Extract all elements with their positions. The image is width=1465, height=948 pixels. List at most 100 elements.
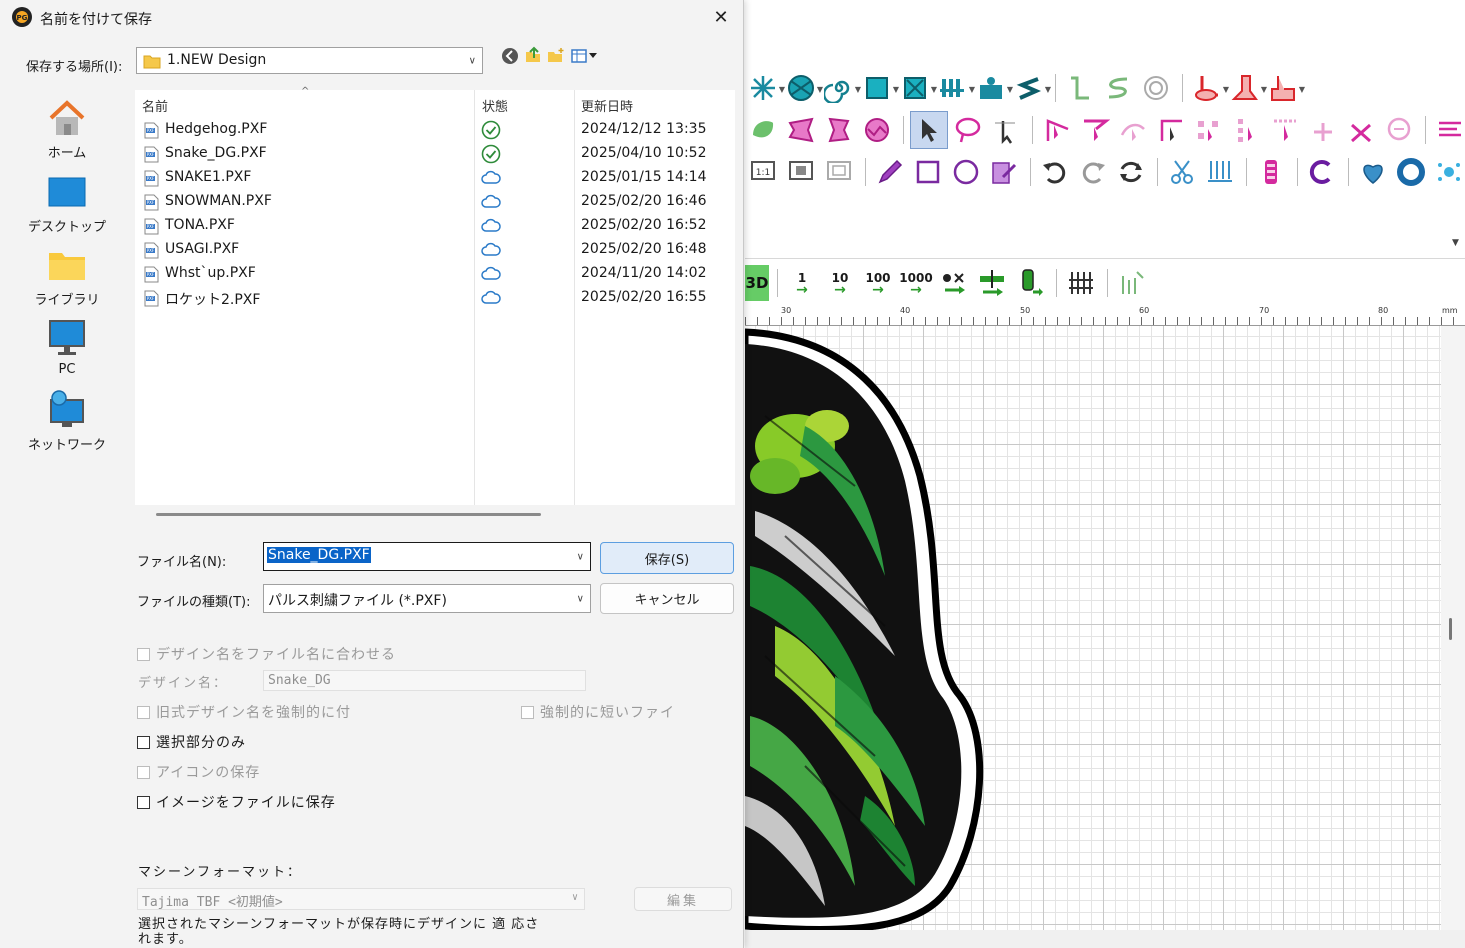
chevron-down-icon[interactable]: ∨ xyxy=(577,551,584,562)
magenta-shape-icon-3[interactable] xyxy=(859,112,895,148)
vertical-scroll-thumb[interactable] xyxy=(1449,618,1452,640)
edit-point-icon-2[interactable] xyxy=(1077,112,1113,148)
machine-format-select[interactable]: Tajima TBF <初期値> ∨ xyxy=(137,888,585,910)
redo-icon[interactable] xyxy=(1075,154,1111,190)
file-row[interactable]: PXF SNOWMAN.PXF 2025/02/20 16:46 xyxy=(135,190,735,214)
motif-fill-icon[interactable]: ▼ xyxy=(973,70,1013,106)
save-icon-checkbox[interactable]: アイコンの保存 xyxy=(137,762,260,782)
match-design-name-checkbox[interactable]: デザイン名をファイル名に合わせる xyxy=(137,644,396,664)
file-row[interactable]: PXF Snake_DG.PXF 2025/04/10 10:52 xyxy=(135,142,735,166)
horizontal-scrollbar[interactable] xyxy=(745,930,1465,948)
new-folder-icon[interactable] xyxy=(547,46,565,64)
save-image-checkbox[interactable]: イメージをファイルに保存 xyxy=(137,792,336,812)
reshape-loop-icon[interactable] xyxy=(1381,112,1417,148)
filetype-select[interactable]: パルス刺繍ファイル (*.PXF) ∨ xyxy=(263,584,591,613)
ring-icon[interactable] xyxy=(1138,70,1174,106)
heart-icon[interactable] xyxy=(1355,154,1391,190)
edit-point-icon-6[interactable] xyxy=(1229,112,1265,148)
point-select-icon[interactable] xyxy=(988,112,1024,148)
vertical-scrollbar[interactable] xyxy=(1441,326,1465,930)
force-short-name-checkbox[interactable]: 強制的に短いファイ xyxy=(521,702,675,722)
stitch-step-100-button[interactable]: 100 → xyxy=(860,265,896,301)
view-menu-icon[interactable] xyxy=(571,47,601,65)
chip-cross-icon[interactable]: ▼ xyxy=(897,70,937,106)
spiral-fill-icon[interactable]: ▼ xyxy=(821,70,861,106)
file-row[interactable]: PXF USAGI.PXF 2025/02/20 16:48 xyxy=(135,238,735,262)
gradient-lines-icon[interactable] xyxy=(1432,112,1465,148)
file-row[interactable]: PXF Whst`up.PXF 2024/11/20 14:02 xyxy=(135,262,735,286)
select-arrow-icon[interactable] xyxy=(910,111,948,149)
close-button[interactable]: ✕ xyxy=(700,2,742,32)
toolbar-overflow-icon[interactable]: ▼ xyxy=(1452,238,1459,248)
stitch-step-1000-button[interactable]: 1000 → xyxy=(898,265,934,301)
place-network[interactable]: ネットワーク xyxy=(5,390,129,453)
star-fill-icon[interactable]: ▼ xyxy=(745,70,785,106)
location-combo[interactable]: 1.NEW Design ∨ xyxy=(136,47,483,74)
zoom-region-icon[interactable] xyxy=(821,154,857,190)
satin-s-icon[interactable]: ▼ xyxy=(1011,70,1051,106)
red-shape-icon-2[interactable]: ▼ xyxy=(1227,70,1267,106)
stitch-sequence-button[interactable] xyxy=(1114,265,1150,301)
view-1to1-icon[interactable]: 1:1 xyxy=(745,154,781,190)
stitch-step-1-button[interactable]: 1 → xyxy=(784,265,820,301)
jump-to-stop-button[interactable] xyxy=(936,265,972,301)
column-header-name[interactable]: 名前 xyxy=(142,96,168,115)
fit-view-icon[interactable] xyxy=(783,154,819,190)
place-pc[interactable]: PC xyxy=(5,318,129,377)
text-edit-icon[interactable] xyxy=(986,154,1022,190)
dialog-titlebar[interactable]: PG 名前を付けて保存 ✕ xyxy=(0,0,743,34)
arc-icon[interactable] xyxy=(1304,154,1340,190)
horizontal-scroll-thumb[interactable] xyxy=(156,513,541,516)
cancel-button[interactable]: キャンセル xyxy=(600,583,734,614)
edit-button[interactable]: 編集 xyxy=(634,887,732,911)
red-shape-icon-3[interactable]: ▼ xyxy=(1265,70,1305,106)
sparkle-icon[interactable] xyxy=(1431,154,1465,190)
file-list[interactable]: ^ 名前 状態 更新日時 PXF Hedgehog.PXF 2024/12/12 1… xyxy=(135,86,735,505)
run-stitch-icon[interactable] xyxy=(1062,70,1098,106)
scissors-icon[interactable] xyxy=(1164,154,1200,190)
magenta-shape-icon-1[interactable] xyxy=(783,112,819,148)
place-home[interactable]: ホーム xyxy=(5,98,129,161)
edit-point-icon-1[interactable] xyxy=(1039,112,1075,148)
pencil-icon[interactable] xyxy=(872,154,908,190)
filename-input[interactable]: Snake_DG.PXF ∨ xyxy=(263,542,591,571)
save-button[interactable]: 保存(S) xyxy=(600,542,734,574)
place-desktop[interactable]: デスクトップ xyxy=(5,172,129,235)
file-row[interactable]: PXF SNAKE1.PXF 2025/01/15 14:14 xyxy=(135,166,735,190)
tie-stitch-icon[interactable] xyxy=(1202,154,1238,190)
file-row[interactable]: PXF ロケット2.PXF 2025/02/20 16:55 xyxy=(135,286,735,310)
leaf-icon[interactable] xyxy=(745,112,781,148)
edit-point-icon-3[interactable] xyxy=(1115,112,1151,148)
edit-point-icon-4[interactable] xyxy=(1153,112,1189,148)
up-folder-icon[interactable] xyxy=(524,46,542,64)
magenta-shape-icon-2[interactable] xyxy=(821,112,857,148)
file-row[interactable]: PXF TONA.PXF 2025/02/20 16:52 xyxy=(135,214,735,238)
refresh-icon[interactable] xyxy=(1113,154,1149,190)
edit-point-icon-5[interactable] xyxy=(1191,112,1227,148)
file-row[interactable]: PXF Hedgehog.PXF 2024/12/12 13:35 xyxy=(135,118,735,142)
next-object-button[interactable] xyxy=(1012,265,1048,301)
lasso-icon[interactable] xyxy=(950,112,986,148)
place-library[interactable]: ライブラリ xyxy=(5,245,129,308)
donut-icon[interactable] xyxy=(1393,154,1429,190)
red-shape-icon-1[interactable]: ▼ xyxy=(1189,70,1229,106)
back-icon[interactable] xyxy=(501,47,519,65)
circle-fill-icon[interactable]: ▼ xyxy=(783,70,823,106)
stitch-density-button[interactable] xyxy=(1063,265,1099,301)
column-header-modified[interactable]: 更新日時 xyxy=(581,96,633,115)
curve-stitch-icon[interactable] xyxy=(1100,70,1136,106)
undo-icon[interactable] xyxy=(1037,154,1073,190)
selection-only-checkbox[interactable]: 選択部分のみ xyxy=(137,732,246,752)
rectangle-icon[interactable] xyxy=(910,154,946,190)
view-3d-button[interactable]: 3D xyxy=(745,265,769,301)
design-name-input[interactable]: Snake_DG xyxy=(263,670,586,691)
chip-fill-icon[interactable]: ▼ xyxy=(859,70,899,106)
ellipse-icon[interactable] xyxy=(948,154,984,190)
stitch-step-10-button[interactable]: 10 → xyxy=(822,265,858,301)
edit-point-icon-7[interactable] xyxy=(1267,112,1303,148)
add-point-icon[interactable] xyxy=(1305,112,1341,148)
color-sequence-icon[interactable] xyxy=(1253,154,1289,190)
design-canvas[interactable] xyxy=(745,326,1441,930)
delete-point-icon[interactable] xyxy=(1343,112,1379,148)
force-old-name-checkbox[interactable]: 旧式デザイン名を強制的に付 xyxy=(137,702,351,722)
